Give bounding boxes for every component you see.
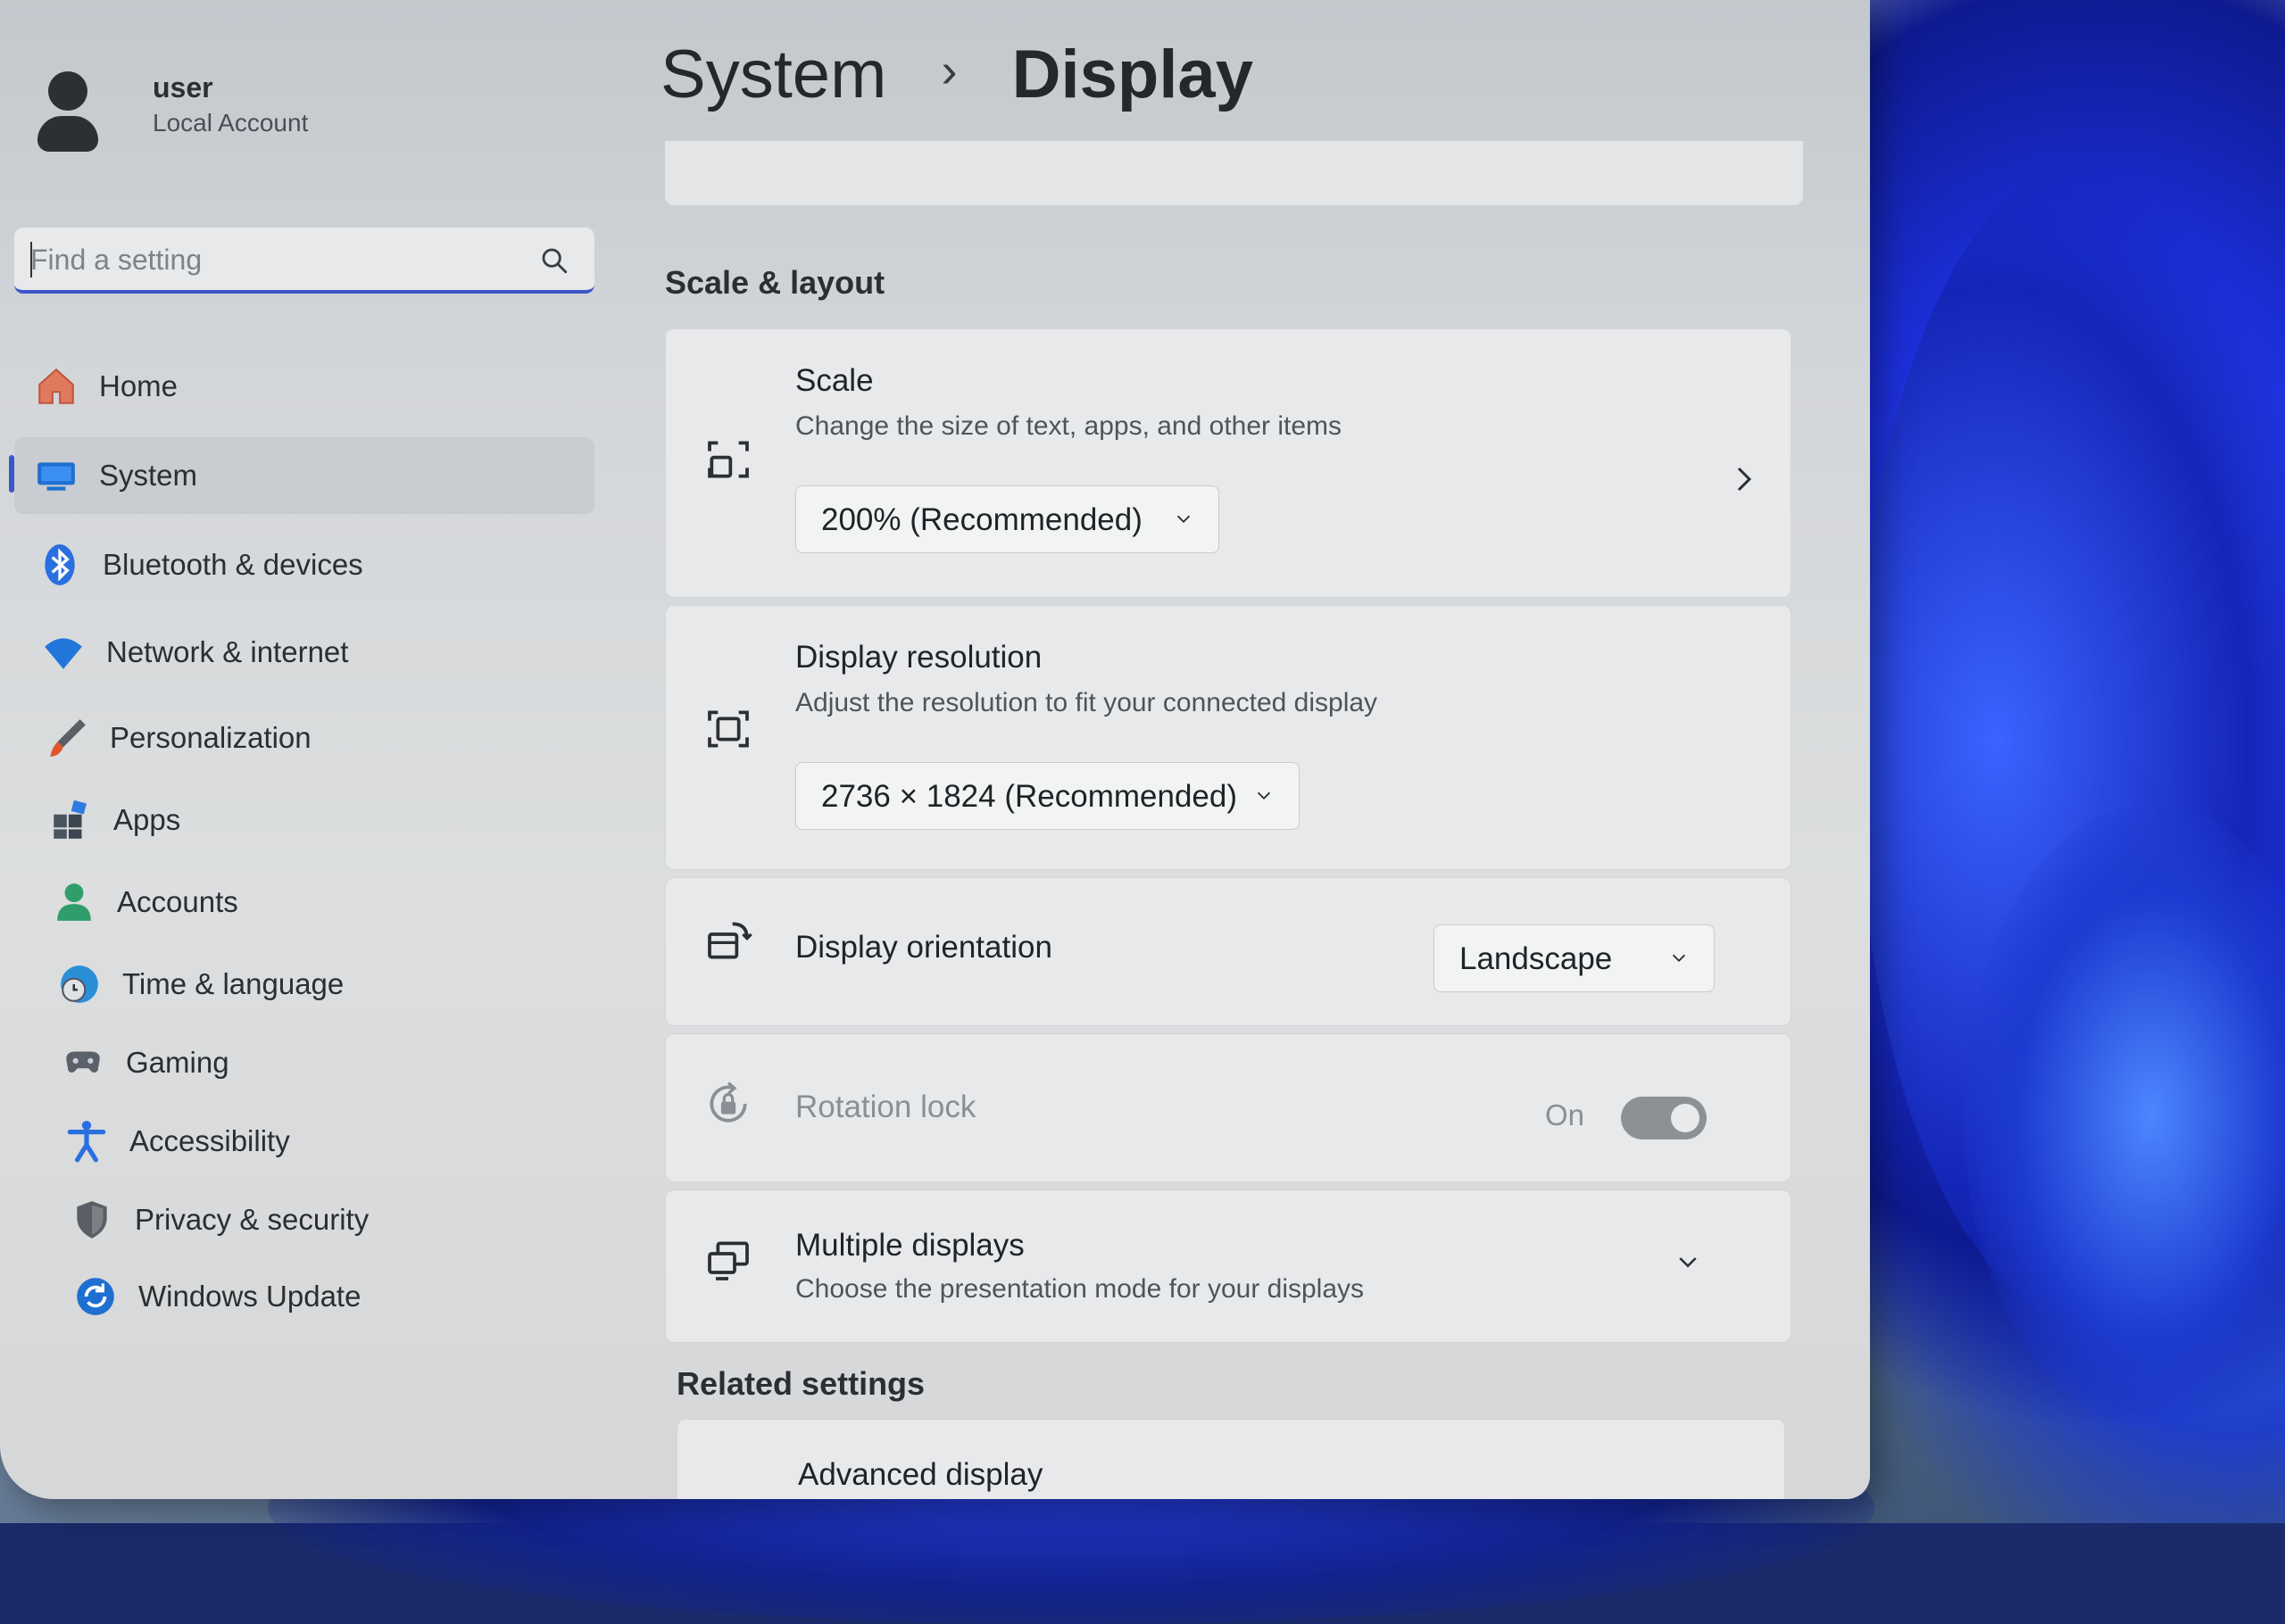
sidebar-item-label: System xyxy=(99,459,198,492)
toggle-knob xyxy=(1671,1104,1699,1132)
sidebar-item-label: Network & internet xyxy=(106,635,349,668)
search-icon[interactable] xyxy=(539,245,569,276)
sidebar-item-label: Windows Update xyxy=(138,1280,361,1313)
breadcrumb-parent[interactable]: System xyxy=(661,37,886,112)
sidebar-item-apps[interactable]: Apps xyxy=(29,782,609,858)
chevron-down-icon xyxy=(1176,515,1191,524)
gamepad-icon xyxy=(66,1051,100,1073)
user-name: user xyxy=(153,71,213,104)
resolution-dropdown-value: 2736 × 1824 (Recommended) xyxy=(821,779,1237,814)
sidebar-item-label: Accessibility xyxy=(129,1124,290,1157)
sidebar-item-bluetooth[interactable]: Bluetooth & devices xyxy=(18,526,598,603)
globe-clock-icon xyxy=(61,965,98,1003)
sidebar-item-label: Time & language xyxy=(122,967,345,1000)
breadcrumb: System › Display xyxy=(661,36,1253,113)
chevron-down-icon xyxy=(1672,954,1686,963)
sidebar-item-label: Gaming xyxy=(126,1046,229,1079)
multiple-displays-subtitle: Choose the presentation mode for your di… xyxy=(795,1274,1365,1304)
bluetooth-icon xyxy=(45,544,75,585)
sidebar-item-gaming[interactable]: Gaming xyxy=(41,1024,621,1101)
update-icon xyxy=(77,1278,114,1315)
search-input[interactable]: Find a setting xyxy=(30,244,202,277)
rotation-lock-card: Rotation lock On xyxy=(665,1033,1791,1182)
home-icon xyxy=(38,368,74,404)
page-title: Display xyxy=(1011,37,1253,112)
display-resolution-card: Display resolution Adjust the resolution… xyxy=(665,605,1791,870)
orientation-icon xyxy=(708,922,752,959)
account-type: Local Account xyxy=(153,109,309,137)
section-title-scale-layout: Scale & layout xyxy=(665,264,885,301)
rotation-lock-icon xyxy=(710,1081,747,1123)
display-orientation-card: Display orientation Landscape xyxy=(665,877,1791,1026)
sidebar-item-label: Bluetooth & devices xyxy=(103,548,363,581)
rotation-lock-title: Rotation lock xyxy=(795,1090,976,1124)
rotation-lock-toggle[interactable] xyxy=(1621,1097,1707,1139)
scale-subtitle: Change the size of text, apps, and other… xyxy=(795,411,1342,441)
scale-title: Scale xyxy=(795,363,874,398)
search-box[interactable]: Find a setting xyxy=(14,228,594,294)
shield-icon xyxy=(77,1201,107,1239)
sidebar-item-label: Accounts xyxy=(117,885,238,918)
apps-icon xyxy=(54,800,87,839)
scale-icon xyxy=(708,441,749,478)
section-title-related-settings: Related settings xyxy=(677,1365,926,1402)
previous-card-edge xyxy=(665,141,1803,205)
sidebar-item-accounts[interactable]: Accounts xyxy=(32,864,612,940)
sidebar-item-windows-update[interactable]: Windows Update xyxy=(54,1258,634,1335)
multiple-displays-title: Multiple displays xyxy=(795,1228,1025,1263)
selection-indicator xyxy=(9,455,14,493)
main-content: System › Display Scale & layout Scale Ch… xyxy=(661,0,1857,1499)
system-icon xyxy=(37,462,75,491)
settings-window: user Local Account Find a setting Home S… xyxy=(0,0,1870,1499)
sidebar-item-accessibility[interactable]: Accessibility xyxy=(45,1103,625,1180)
chevron-down-icon xyxy=(1257,791,1271,800)
sidebar-item-label: Apps xyxy=(113,803,181,836)
accessibility-icon xyxy=(67,1121,106,1163)
sidebar-item-label: Personalization xyxy=(110,721,312,754)
scale-dropdown-value: 200% (Recommended) xyxy=(821,502,1142,537)
accounts-icon xyxy=(57,883,91,921)
orientation-title: Display orientation xyxy=(795,930,1052,965)
brush-icon xyxy=(50,719,86,757)
sidebar-item-privacy-security[interactable]: Privacy & security xyxy=(50,1181,630,1258)
orientation-dropdown[interactable]: Landscape xyxy=(1433,924,1715,992)
orientation-dropdown-value: Landscape xyxy=(1459,941,1613,976)
avatar xyxy=(32,62,104,161)
sidebar-item-system[interactable]: System xyxy=(9,437,594,514)
resolution-title: Display resolution xyxy=(795,640,1043,675)
rotation-lock-state: On xyxy=(1545,1098,1585,1131)
breadcrumb-separator-icon: › xyxy=(941,44,958,97)
chevron-right-icon[interactable] xyxy=(1732,463,1756,495)
advanced-display-card[interactable]: Advanced display xyxy=(677,1419,1785,1499)
resolution-icon xyxy=(708,710,749,748)
scale-dropdown[interactable]: 200% (Recommended) xyxy=(795,485,1219,553)
resolution-subtitle: Adjust the resolution to fit your connec… xyxy=(795,688,1378,717)
sidebar-item-home[interactable]: Home xyxy=(14,348,594,425)
wifi-icon xyxy=(45,638,82,669)
multiple-displays-card[interactable]: Multiple displays Choose the presentatio… xyxy=(665,1189,1791,1343)
sidebar-item-network[interactable]: Network & internet xyxy=(21,614,602,691)
sidebar-item-time-language[interactable]: Time & language xyxy=(37,946,618,1023)
resolution-dropdown[interactable]: 2736 × 1824 (Recommended) xyxy=(795,762,1300,830)
sidebar-item-label: Privacy & security xyxy=(135,1203,370,1236)
advanced-display-title: Advanced display xyxy=(798,1457,1043,1492)
multiple-displays-icon xyxy=(708,1241,749,1280)
sidebar-item-label: Home xyxy=(99,369,179,402)
sidebar-item-personalization[interactable]: Personalization xyxy=(25,700,605,776)
sidebar: user Local Account Find a setting Home S… xyxy=(0,0,625,1499)
chevron-down-icon[interactable] xyxy=(1674,1249,1701,1276)
scale-card[interactable]: Scale Change the size of text, apps, and… xyxy=(665,328,1791,598)
